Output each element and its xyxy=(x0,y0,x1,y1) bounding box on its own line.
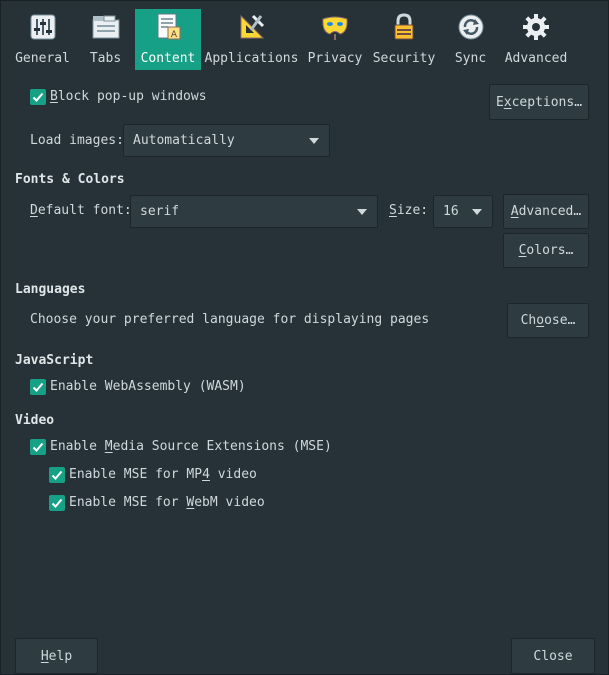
languages-heading: Languages xyxy=(15,282,86,297)
help-button[interactable]: Help xyxy=(15,638,98,674)
font-size-label: Size: xyxy=(389,203,429,218)
fonts-colors-heading: Fonts & Colors xyxy=(15,172,125,187)
padlock-icon xyxy=(394,13,414,40)
mask-icon xyxy=(322,16,348,40)
checkmark-icon xyxy=(32,442,44,452)
block-popups-checkbox[interactable] xyxy=(30,89,46,105)
mse-checkbox[interactable] xyxy=(30,439,46,455)
tab-tabs[interactable]: Tabs xyxy=(76,9,135,70)
video-heading: Video xyxy=(15,413,55,428)
mse-label[interactable]: Enable Media Source Extensions (MSE) xyxy=(50,439,332,454)
wasm-checkbox[interactable] xyxy=(30,379,46,395)
tabs-icon xyxy=(92,15,119,39)
checkmark-icon xyxy=(51,498,63,508)
checkmark-icon xyxy=(32,382,44,392)
default-font-label: Default font: xyxy=(30,203,132,218)
sliders-icon xyxy=(30,14,55,40)
chevron-down-icon xyxy=(309,137,319,144)
mse-mp4-checkbox[interactable] xyxy=(49,467,65,483)
applications-icon xyxy=(240,14,264,39)
checkmark-icon xyxy=(32,92,44,102)
tab-advanced-label: Advanced xyxy=(504,51,568,66)
checkmark-icon xyxy=(51,470,63,480)
tab-sync-label: Sync xyxy=(454,51,487,66)
mse-webm-checkbox[interactable] xyxy=(49,495,65,511)
default-font-value: serif xyxy=(140,204,180,219)
chevron-down-icon xyxy=(472,208,482,215)
tab-applications[interactable]: Applications xyxy=(201,9,302,70)
close-button[interactable]: Close xyxy=(511,638,595,674)
advanced-fonts-button[interactable]: Advanced… xyxy=(503,194,589,229)
tab-privacy-label: Privacy xyxy=(307,51,363,66)
font-size-select[interactable]: 16 xyxy=(433,195,493,228)
load-images-value: Automatically xyxy=(133,133,235,148)
tab-general[interactable]: General xyxy=(9,9,76,70)
content-icon: A xyxy=(157,13,181,40)
mse-webm-label[interactable]: Enable MSE for WebM video xyxy=(69,495,265,510)
mse-mp4-label[interactable]: Enable MSE for MP4 video xyxy=(69,467,257,482)
chevron-down-icon xyxy=(357,208,367,215)
exceptions-button[interactable]: Ex ceptions… xyxy=(489,84,589,120)
tab-tabs-label: Tabs xyxy=(89,51,122,66)
javascript-heading: JavaScript xyxy=(15,353,94,368)
tab-security-label: Security xyxy=(372,51,436,66)
svg-text:A: A xyxy=(171,30,178,40)
sync-icon xyxy=(458,14,483,40)
tab-security[interactable]: Security xyxy=(368,9,440,70)
tab-content[interactable]: A Content xyxy=(135,9,201,70)
tab-general-label: General xyxy=(15,51,70,66)
wasm-label[interactable]: Enable WebAssembly (WASM) xyxy=(50,379,246,394)
tab-applications-label: Applications xyxy=(204,51,299,66)
tab-advanced[interactable]: Advanced xyxy=(501,9,571,70)
load-images-label: Load images: xyxy=(30,133,124,148)
font-size-value: 16 xyxy=(443,204,459,219)
tab-content-label: Content xyxy=(140,51,196,66)
block-popups-label[interactable]: Block pop-up windows xyxy=(50,89,207,104)
colors-button[interactable]: Colors… xyxy=(503,233,589,268)
gear-icon xyxy=(523,14,549,40)
choose-language-button[interactable]: Ch o ose… xyxy=(507,303,589,338)
load-images-select[interactable]: Automatically xyxy=(123,124,330,157)
tab-privacy[interactable]: Privacy xyxy=(302,9,368,70)
tab-sync[interactable]: Sync xyxy=(440,9,501,70)
default-font-select[interactable]: serif xyxy=(130,195,378,228)
preferences-toolbar: General Tabs A Content Applications Priv… xyxy=(9,9,571,70)
languages-description: Choose your preferred language for displ… xyxy=(30,312,430,327)
